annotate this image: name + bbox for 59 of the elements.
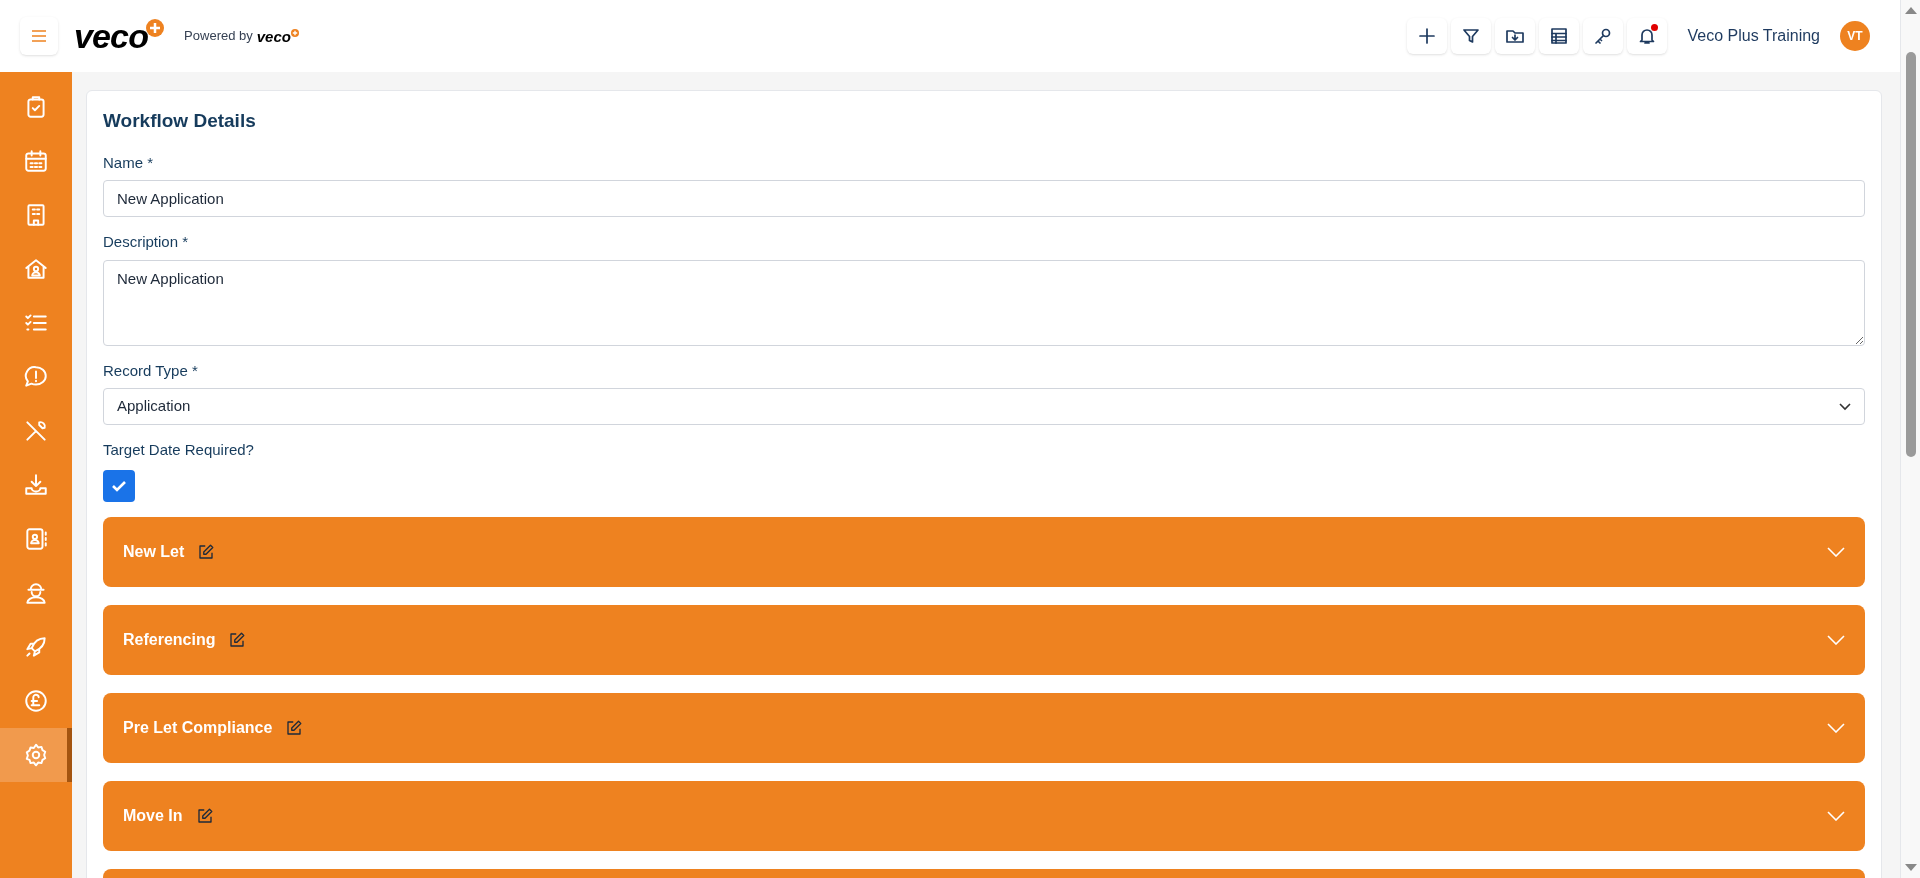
chevron-down-icon: [1839, 402, 1851, 411]
section-title: New Let: [123, 541, 185, 562]
field-label: Target Date Required?: [103, 440, 255, 460]
folder-download-button[interactable]: [1495, 18, 1536, 54]
chevron-down-icon: [1827, 546, 1845, 557]
menu-icon: [31, 30, 47, 42]
pound-circle-icon: [23, 688, 49, 714]
record-type-select[interactable]: Application: [103, 388, 1865, 425]
checkbox[interactable]: [103, 469, 135, 502]
table-icon: [1549, 26, 1570, 46]
bell-button[interactable]: [1627, 18, 1668, 54]
settings-icon: [23, 742, 49, 768]
logo-text: veco: [256, 28, 291, 44]
name-field[interactable]: New Application: [103, 180, 1865, 217]
field-label: Record Type *: [103, 360, 199, 381]
calendar-icon: [23, 148, 49, 174]
section-header[interactable]: Referencing: [103, 604, 1865, 675]
section-header[interactable]: Move In: [103, 780, 1865, 851]
section-title: Referencing: [123, 629, 216, 650]
field-label: Description *: [103, 232, 190, 252]
edit-icon: [285, 718, 304, 737]
scrollbar[interactable]: [1900, 0, 1920, 878]
filter-icon: [1461, 26, 1482, 46]
house-person-icon: [23, 256, 49, 282]
check-icon: [111, 479, 127, 492]
chevron-down-icon: [1827, 634, 1845, 645]
edit-icon: [197, 542, 216, 561]
scroll-up-icon[interactable]: [1904, 6, 1917, 14]
form-title: Workflow Details: [103, 109, 257, 133]
table-button[interactable]: [1539, 18, 1580, 54]
plus-button[interactable]: [1407, 18, 1448, 54]
tools-icon: [23, 418, 49, 444]
logo-text: veco: [74, 19, 149, 53]
chevron-down-icon: [1827, 810, 1845, 821]
field-label: Name *: [103, 152, 155, 173]
rocket-icon: [23, 634, 49, 660]
sidebar-item[interactable]: [0, 728, 72, 782]
edit-icon: [228, 630, 247, 649]
scroll-down-icon[interactable]: [1904, 864, 1917, 872]
section-title: Move In: [123, 805, 183, 826]
chevron-down-icon: [1827, 722, 1845, 733]
key-button[interactable]: [1583, 18, 1624, 54]
tray-download-icon: [23, 472, 49, 498]
filter-button[interactable]: [1451, 18, 1492, 54]
user-name[interactable]: Veco Plus Training: [1687, 24, 1820, 48]
edit-icon: [195, 806, 214, 825]
description-field[interactable]: New Application: [103, 259, 1865, 346]
section-header[interactable]: Pre Let Compliance: [103, 692, 1865, 763]
plus-circle-icon: [290, 28, 299, 37]
section-header[interactable]: New Let: [103, 516, 1865, 587]
contact-book-icon: [23, 526, 49, 552]
plus-circle-icon: [146, 19, 165, 37]
powered-by-text: Powered by: [184, 27, 253, 46]
user-avatar[interactable]: VT: [1840, 21, 1870, 51]
worker-icon: [23, 580, 49, 606]
speech-alert-icon: [23, 364, 49, 390]
scrollbar-thumb[interactable]: [1905, 52, 1916, 457]
section-title: Pre Let Compliance: [123, 717, 273, 738]
plus-icon: [1417, 26, 1438, 46]
